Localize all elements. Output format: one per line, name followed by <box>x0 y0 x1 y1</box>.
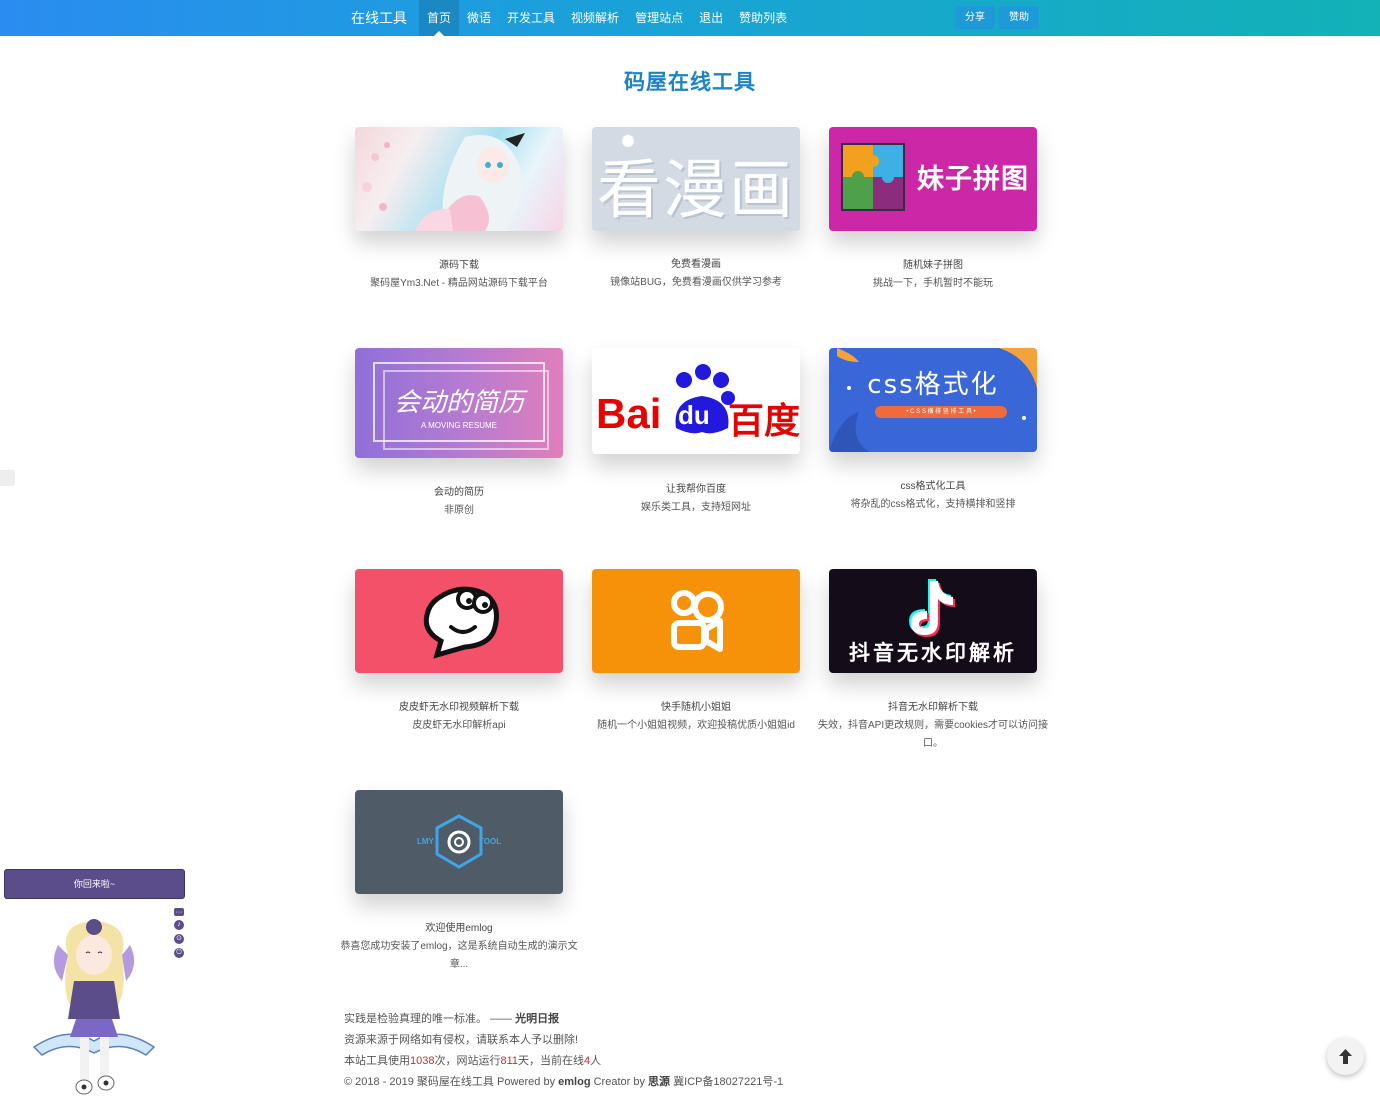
main-nav: 首页 微语 开发工具 视频解析 管理站点 退出 赞助列表 <box>419 0 795 36</box>
card-desc: 非原创 <box>444 505 474 516</box>
card-thumbnail[interactable]: Bai du 百度 <box>592 348 800 454</box>
card-title[interactable]: 会动的简历 <box>335 483 583 498</box>
card-thumbnail[interactable]: 妹子拼图 <box>829 127 1037 231</box>
nav-item-dev-tools[interactable]: 开发工具 <box>499 0 563 36</box>
card-desc: 镜像站BUG，免费看漫画仅供学习参考 <box>610 277 782 288</box>
tool-card-kuaishou[interactable]: 快手随机小姐姐 随机一个小姐姐视频，欢迎投稿优质小姐姐id <box>592 569 800 731</box>
lmy-logo-left-text: LMY <box>417 837 434 846</box>
top-navbar: 在线工具 首页 微语 开发工具 视频解析 管理站点 退出 赞助列表 分享 赞助 <box>0 0 1380 36</box>
card-thumbnail[interactable] <box>355 127 563 231</box>
footer-stats: 本站工具使用1038次，网站运行811天，当前在线4人 <box>344 1052 601 1068</box>
eye-icon[interactable]: ⊙ <box>174 934 184 944</box>
share-button[interactable]: 分享 <box>955 6 995 29</box>
tool-card-baidu[interactable]: Bai du 百度 让我帮你百度 娱乐类工具，支持短网址 <box>592 348 800 513</box>
nav-item-video-parse[interactable]: 视频解析 <box>563 0 627 36</box>
mascot-illustration <box>32 919 156 1095</box>
resume-logo-subtext: A MOVING RESUME <box>420 421 497 430</box>
creator-label: Creator by <box>590 1076 649 1088</box>
card-desc: 失效，抖音API更改规则，需要cookies才可以访问接口。 <box>817 720 1049 749</box>
donate-button[interactable]: 赞助 <box>999 6 1039 29</box>
card-title[interactable]: 欢迎使用emlog <box>335 919 583 934</box>
tool-card-emlog[interactable]: LMY TOOL 欢迎使用emlog 恭喜您成功安装了emlog，这是系统自动生… <box>340 790 578 970</box>
lmy-gear-icon <box>435 814 483 869</box>
card-thumbnail[interactable]: 看漫画 <box>592 127 800 231</box>
nav-item-home[interactable]: 首页 <box>419 0 460 36</box>
tool-card-css-format[interactable]: css格式化 • C S S 横 排 竖 排 工 具 • css格式化工具 将杂… <box>829 348 1037 510</box>
waifu-tip: 你回来啦~ <box>4 869 185 899</box>
stats-label-people: 人 <box>590 1055 602 1067</box>
site-brand[interactable]: 在线工具 <box>351 0 407 36</box>
card-title[interactable]: 源码下载 <box>335 256 583 271</box>
card-thumbnail[interactable]: 会动的简历 A MOVING RESUME <box>355 348 563 458</box>
cms-link[interactable]: emlog <box>558 1076 590 1088</box>
author-link[interactable]: 思源 <box>648 1076 670 1088</box>
quote-source: 光明日报 <box>515 1013 560 1025</box>
stats-label-online: 天，当前在线 <box>518 1055 585 1067</box>
card-title[interactable]: 随机妹子拼图 <box>809 256 1057 271</box>
nav-item-logout[interactable]: 退出 <box>691 0 731 36</box>
music-icon[interactable]: ♪ <box>174 920 184 930</box>
card-desc: 皮皮虾无水印解析api <box>412 720 506 731</box>
css-logo-text: css格式化 <box>867 370 999 400</box>
card-desc: 聚码屋Ym3.Net - 精品网站源码下载平台 <box>370 278 548 289</box>
stats-days-value: 811 <box>500 1055 519 1067</box>
lmy-logo-right-text: TOOL <box>479 837 502 846</box>
puzzle-logo-text: 妹子拼图 <box>917 164 1029 194</box>
nav-item-admin[interactable]: 管理站点 <box>627 0 691 36</box>
card-thumbnail[interactable] <box>355 569 563 673</box>
card-desc: 挑战一下，手机暂时不能玩 <box>873 278 993 289</box>
tool-card-pipixia[interactable]: 皮皮虾无水印视频解析下载 皮皮虾无水印解析api <box>355 569 563 731</box>
nav-item-sponsors[interactable]: 赞助列表 <box>731 0 795 36</box>
card-title[interactable]: 抖音无水印解析下载 <box>809 698 1057 713</box>
card-thumbnail[interactable]: 抖音无水印解析 <box>829 569 1037 673</box>
back-to-top-button[interactable] <box>1327 1038 1364 1075</box>
card-desc: 恭喜您成功安装了emlog，这是系统自动生成的演示文章... <box>340 941 578 970</box>
chat-icon[interactable]: ··· <box>174 908 184 916</box>
card-desc: 将杂乱的css格式化，支持横排和竖排 <box>850 499 1016 510</box>
side-toggle-tab[interactable] <box>0 470 15 486</box>
anime-girl-illustration <box>362 133 525 231</box>
card-thumbnail[interactable] <box>592 569 800 673</box>
live2d-mascot[interactable] <box>28 915 160 1100</box>
tool-card-puzzle[interactable]: 妹子拼图 随机妹子拼图 挑战一下，手机暂时不能玩 <box>829 127 1037 289</box>
card-thumbnail[interactable]: LMY TOOL <box>355 790 563 894</box>
stats-label-days: 次，网站运行 <box>434 1055 501 1067</box>
card-title[interactable]: 皮皮虾无水印视频解析下载 <box>335 698 583 713</box>
css-logo-badge: • C S S 横 排 竖 排 工 具 • <box>875 406 1007 418</box>
footer-copyright: © 2018 - 2019 聚码屋在线工具 Powered by emlog C… <box>344 1073 783 1089</box>
baidu-cn-text: 百度 <box>728 400 800 441</box>
tool-card-douyin[interactable]: 抖音无水印解析 抖音无水印解析下载 失效，抖音API更改规则，需要cookies… <box>818 569 1048 749</box>
footer-quote: 实践是检验真理的唯一标准。 —— 光明日报 <box>344 1010 559 1026</box>
card-title[interactable]: 快手随机小姐姐 <box>572 698 820 713</box>
footer-notice: 资源来源于网络如有侵权，请联系本人予以删除! <box>344 1034 579 1046</box>
stats-uses-value: 1038 <box>410 1055 435 1067</box>
waifu-toolbar: ··· ♪ ⊙ ⏻ <box>174 908 185 962</box>
resume-logo-text: 会动的简历 <box>393 388 524 418</box>
nav-item-weiyu[interactable]: 微语 <box>459 0 499 36</box>
card-title[interactable]: 免费看漫画 <box>572 255 820 270</box>
card-desc: 随机一个小姐姐视频，欢迎投稿优质小姐姐id <box>597 720 795 731</box>
card-title[interactable]: css格式化工具 <box>809 477 1057 492</box>
tool-card-manga[interactable]: 看漫画 免费看漫画 镜像站BUG，免费看漫画仅供学习参考 <box>592 127 800 288</box>
card-thumbnail[interactable]: css格式化 • C S S 横 排 竖 排 工 具 • <box>829 348 1037 452</box>
pipixia-logo-icon <box>423 586 499 659</box>
card-title[interactable]: 让我帮你百度 <box>572 480 820 495</box>
quote-text: 实践是检验真理的唯一标准。 —— <box>344 1013 516 1025</box>
baidu-du-text: du <box>678 400 710 430</box>
arrow-up-icon <box>1339 1049 1352 1064</box>
card-desc: 娱乐类工具，支持短网址 <box>641 502 751 513</box>
tool-card-source-download[interactable]: 源码下载 聚码屋Ym3.Net - 精品网站源码下载平台 <box>355 127 563 289</box>
copyright-text: © 2018 - 2019 聚码屋在线工具 Powered by <box>344 1076 559 1088</box>
page-title: 码屋在线工具 <box>624 71 756 94</box>
stats-label-uses: 本站工具使用 <box>344 1055 410 1067</box>
douyin-logo-text: 抖音无水印解析 <box>849 642 1017 665</box>
kuaishou-logo-icon <box>671 590 724 652</box>
manga-logo-text: 看漫画 <box>597 154 795 228</box>
icp-link[interactable]: 冀ICP备18027221号-1 <box>670 1076 783 1088</box>
tool-card-resume[interactable]: 会动的简历 A MOVING RESUME 会动的简历 非原创 <box>355 348 563 516</box>
power-icon[interactable]: ⏻ <box>174 948 184 958</box>
